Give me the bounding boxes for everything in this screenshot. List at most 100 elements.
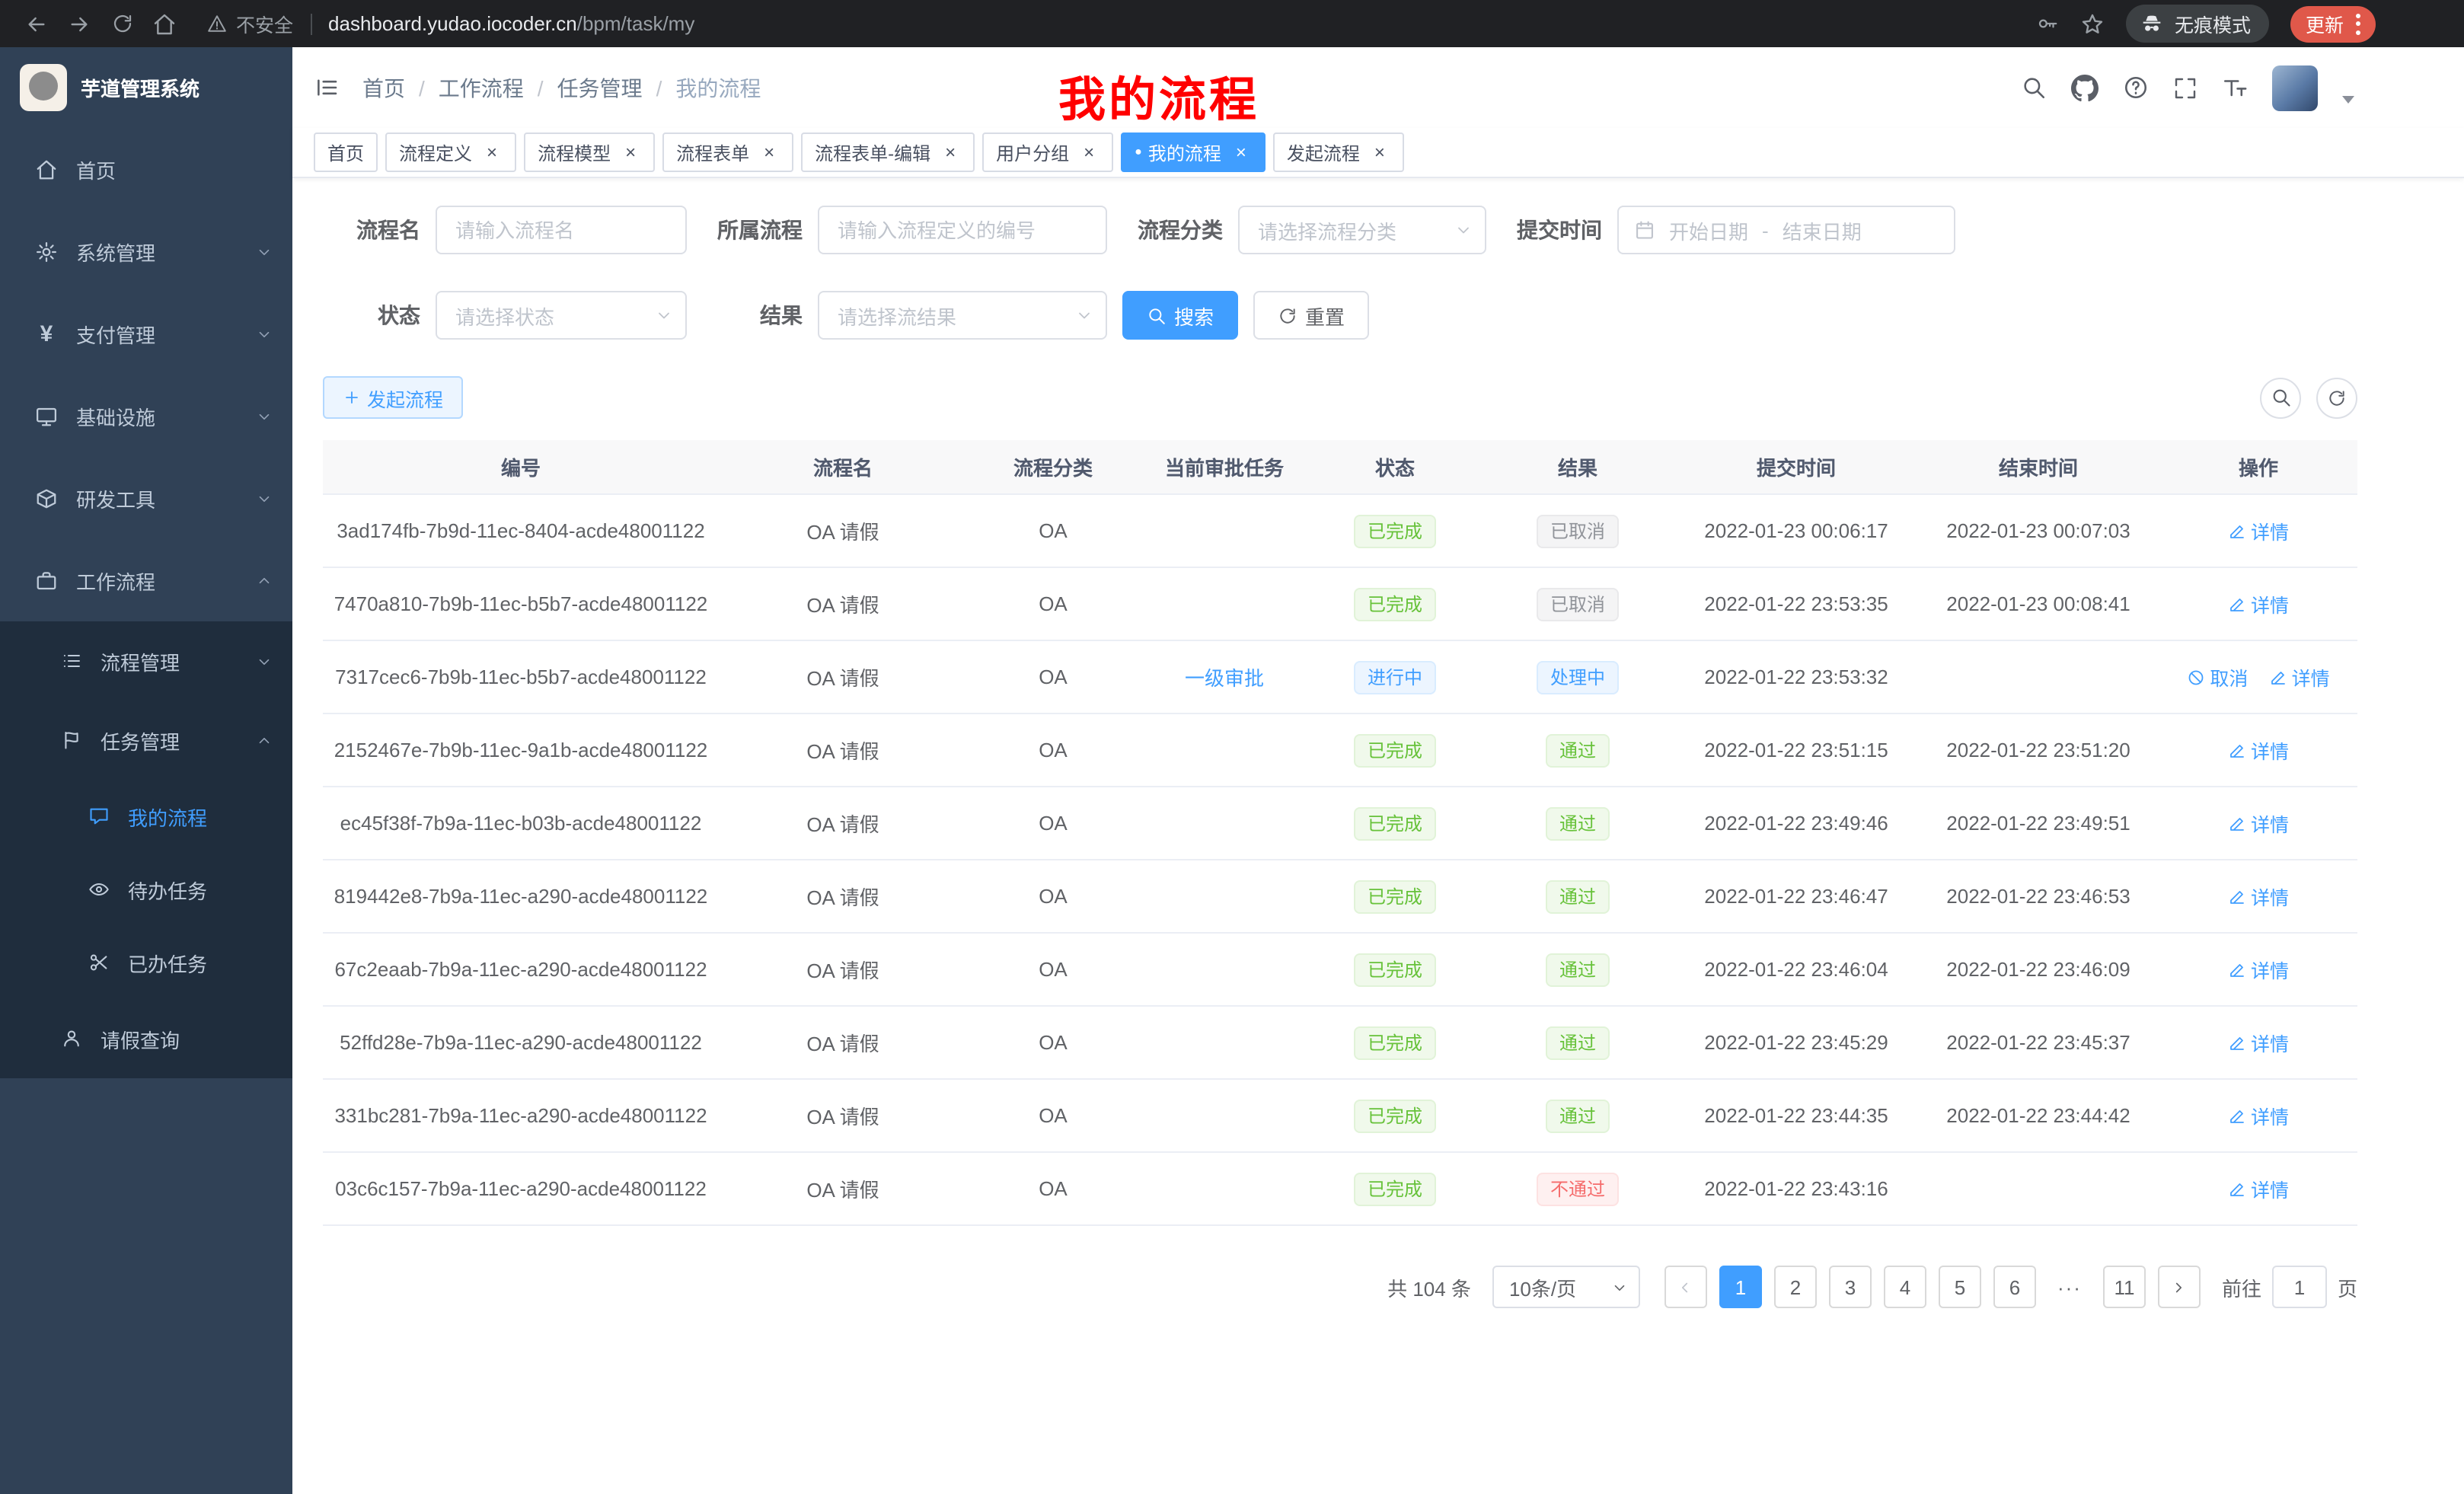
sidebar-item-dev-tools[interactable]: 研发工具 xyxy=(0,457,292,539)
detail-action[interactable]: 详情 xyxy=(2228,809,2289,838)
view-tab[interactable]: 流程模型 × xyxy=(524,132,655,172)
bookmark-star-icon[interactable] xyxy=(2080,11,2105,36)
total-count: 共 104 条 xyxy=(1387,1272,1471,1301)
create-process-button[interactable]: 发起流程 xyxy=(323,376,463,419)
cell-end-time: 2022-01-23 00:08:41 xyxy=(1917,592,2159,615)
fullscreen-icon[interactable] xyxy=(2173,75,2197,100)
process-name-label: 流程名 xyxy=(323,215,420,245)
page-number-button[interactable]: 1 xyxy=(1719,1266,1762,1308)
sidebar-item-infrastructure[interactable]: 基础设施 xyxy=(0,375,292,457)
status-tag: 已完成 xyxy=(1354,953,1436,986)
browser-update-button[interactable]: 更新 xyxy=(2290,5,2376,42)
tab-close-icon[interactable]: × xyxy=(620,142,641,163)
hamburger-icon[interactable] xyxy=(314,75,340,101)
tab-close-icon[interactable]: × xyxy=(940,142,961,163)
sidebar-item-done-tasks[interactable]: 已办任务 xyxy=(0,926,292,999)
browser-forward-button[interactable] xyxy=(58,4,101,43)
result-tag: 通过 xyxy=(1546,806,1610,840)
tab-close-icon[interactable]: × xyxy=(1078,142,1100,163)
url-path: /bpm/task/my xyxy=(577,12,695,35)
breadcrumb-item[interactable]: 首页 xyxy=(362,72,405,103)
category-label: 流程分类 xyxy=(1138,215,1223,245)
view-tab[interactable]: 流程表单 × xyxy=(662,132,793,172)
sidebar-item-todo-tasks[interactable]: 待办任务 xyxy=(0,853,292,926)
browser-back-button[interactable] xyxy=(15,4,58,43)
sidebar-item-my-process[interactable]: 我的流程 xyxy=(0,780,292,853)
sidebar-item-workflow[interactable]: 工作流程 xyxy=(0,539,292,621)
breadcrumb-item[interactable]: 工作流程 xyxy=(439,72,524,103)
submit-time-range-picker[interactable]: 开始日期 - 结束日期 xyxy=(1617,206,1955,254)
detail-action[interactable]: 详情 xyxy=(2228,955,2289,984)
tab-close-icon[interactable]: × xyxy=(1230,142,1252,163)
github-icon[interactable] xyxy=(2071,74,2099,101)
incognito-profile-chip[interactable]: 无痕模式 xyxy=(2126,5,2269,43)
page-number-button[interactable]: ··· xyxy=(2048,1266,2091,1308)
sidebar-item-task-mgmt[interactable]: 任务管理 xyxy=(0,701,292,780)
goto-page-input[interactable] xyxy=(2272,1266,2327,1308)
search-toggle-button[interactable] xyxy=(2260,377,2301,418)
search-icon[interactable] xyxy=(2021,75,2047,101)
process-name-input[interactable] xyxy=(436,206,687,254)
sidebar-item-process-mgmt[interactable]: 流程管理 xyxy=(0,621,292,701)
view-tab[interactable]: 首页 xyxy=(314,132,378,172)
view-tab[interactable]: 用户分组 × xyxy=(982,132,1113,172)
col-name: 流程名 xyxy=(719,452,967,481)
browser-reload-button[interactable] xyxy=(101,4,143,43)
view-tab[interactable]: 流程表单-编辑 × xyxy=(801,132,975,172)
reset-button[interactable]: 重置 xyxy=(1253,291,1369,340)
ban-icon xyxy=(2187,668,2205,686)
category-select[interactable]: 请选择流程分类 xyxy=(1238,206,1486,254)
sidebar-item-leave-query[interactable]: 请假查询 xyxy=(0,999,292,1078)
help-icon[interactable] xyxy=(2123,75,2149,101)
process-definition-input[interactable] xyxy=(818,206,1107,254)
breadcrumb-item[interactable]: 任务管理 xyxy=(557,72,643,103)
app-logo-row[interactable]: 芋道管理系统 xyxy=(0,47,292,128)
sidebar-item-payment-mgmt[interactable]: ¥ 支付管理 xyxy=(0,292,292,375)
cell-process-name: OA 请假 xyxy=(719,662,967,691)
result-tag: 通过 xyxy=(1546,953,1610,986)
view-tab[interactable]: ● 我的流程 × xyxy=(1121,132,1266,172)
tab-close-icon[interactable]: × xyxy=(1369,142,1390,163)
key-icon[interactable] xyxy=(2036,12,2059,35)
table-row: 03c6c157-7b9a-11ec-a290-acde48001122 OA … xyxy=(323,1153,2357,1226)
view-tab[interactable]: 流程定义 × xyxy=(385,132,516,172)
page-number-button[interactable]: 11 xyxy=(2103,1266,2146,1308)
page-number-button[interactable]: 6 xyxy=(1993,1266,2036,1308)
sidebar-item-system-mgmt[interactable]: 系统管理 xyxy=(0,210,292,292)
detail-action[interactable]: 详情 xyxy=(2228,589,2289,618)
cancel-action[interactable]: 取消 xyxy=(2187,662,2248,691)
address-bar[interactable]: dashboard.yudao.iocoder.cn/bpm/task/my xyxy=(328,12,694,35)
cell-id: 331bc281-7b9a-11ec-a290-acde48001122 xyxy=(323,1104,719,1127)
current-task-link[interactable]: 一级审批 xyxy=(1185,662,1264,691)
page-number-button[interactable]: 5 xyxy=(1939,1266,1981,1308)
cell-process-name: OA 请假 xyxy=(719,1101,967,1130)
detail-action[interactable]: 详情 xyxy=(2269,662,2330,691)
annotation-text: 我的流程 xyxy=(1058,61,1259,129)
prev-page-button[interactable] xyxy=(1664,1266,1707,1308)
sidebar-item-home[interactable]: 首页 xyxy=(0,128,292,210)
detail-action[interactable]: 详情 xyxy=(2228,736,2289,765)
detail-action[interactable]: 详情 xyxy=(2228,1028,2289,1057)
tab-close-icon[interactable]: × xyxy=(758,142,780,163)
detail-action[interactable]: 详情 xyxy=(2228,882,2289,911)
page-number-button[interactable]: 2 xyxy=(1774,1266,1817,1308)
detail-action[interactable]: 详情 xyxy=(2228,1174,2289,1203)
font-size-icon[interactable] xyxy=(2222,75,2248,101)
tab-close-icon[interactable]: × xyxy=(481,142,503,163)
detail-action[interactable]: 详情 xyxy=(2228,1101,2289,1130)
next-page-button[interactable] xyxy=(2158,1266,2201,1308)
page-number-button[interactable]: 4 xyxy=(1884,1266,1926,1308)
page-number-button[interactable]: 3 xyxy=(1829,1266,1872,1308)
edit-icon xyxy=(2228,595,2246,613)
search-button[interactable]: 搜索 xyxy=(1122,291,1238,340)
browser-home-button[interactable] xyxy=(143,4,186,43)
user-avatar[interactable] xyxy=(2272,65,2318,110)
site-security-chip[interactable]: 不安全 xyxy=(207,9,293,38)
result-select[interactable]: 请选择流结果 xyxy=(818,291,1107,340)
process-definition-label: 所属流程 xyxy=(717,215,803,245)
view-tab[interactable]: 发起流程 × xyxy=(1273,132,1404,172)
status-select[interactable]: 请选择状态 xyxy=(436,291,687,340)
detail-action[interactable]: 详情 xyxy=(2228,516,2289,545)
page-size-select[interactable]: 10条/页 xyxy=(1492,1266,1640,1308)
refresh-button[interactable] xyxy=(2316,377,2357,418)
